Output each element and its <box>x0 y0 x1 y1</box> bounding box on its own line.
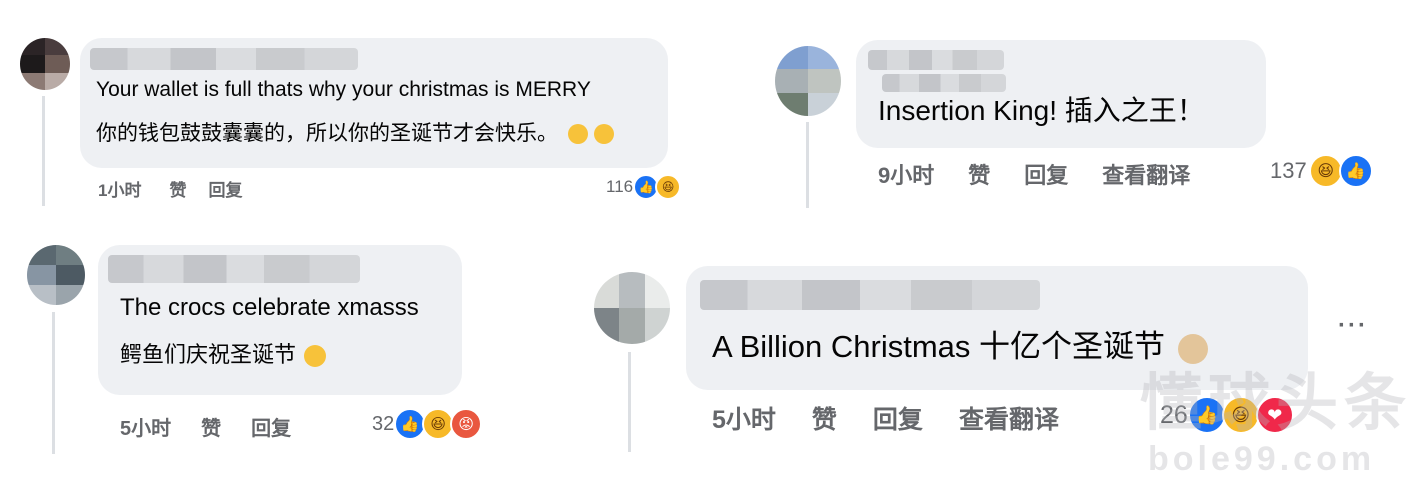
timestamp[interactable]: 5小时 <box>120 412 171 441</box>
like-button[interactable]: 赞 <box>169 176 186 201</box>
cry-emoji-icon <box>593 124 614 145</box>
thread-line <box>628 352 631 452</box>
reply-button[interactable]: 回复 <box>251 412 291 441</box>
comment-text: Insertion King! 插入之王！ <box>878 95 1205 126</box>
comment-actions: 5小时 赞 回复 查看翻译 <box>712 400 1059 436</box>
reaction-count: 32 <box>372 412 395 435</box>
angry-reaction-icon: 😡 <box>450 408 483 440</box>
timestamp[interactable]: 5小时 <box>712 400 776 436</box>
comment-bubble: Insertion King! 插入之王！ <box>856 40 1266 148</box>
commenter-name-blurred[interactable] <box>868 50 1004 70</box>
grin-sweat-emoji-icon <box>567 124 588 145</box>
comment-actions: 9小时 赞 回复 查看翻译 <box>878 158 1190 190</box>
comment-bubble: Your wallet is full thats why your chris… <box>80 38 668 168</box>
haha-reaction-icon: 😆 <box>655 174 682 200</box>
reply-button[interactable]: 回复 <box>873 400 923 436</box>
reaction-summary[interactable]: 137 😆 👍 <box>1270 154 1373 188</box>
like-button[interactable]: 赞 <box>812 400 837 436</box>
commenter-name-blurred[interactable] <box>90 48 358 70</box>
see-translation-button[interactable]: 查看翻译 <box>1102 158 1190 190</box>
reaction-count: 116 <box>606 177 634 196</box>
avatar[interactable] <box>20 38 70 90</box>
watermark: bole99.com <box>1148 440 1376 478</box>
comment-actions: 1小时 赞 回复 <box>98 176 242 201</box>
like-button[interactable]: 赞 <box>968 158 990 190</box>
reaction-summary[interactable]: 32 👍 😆 😡 <box>372 408 483 440</box>
commenter-name-blurred[interactable] <box>700 280 1040 310</box>
commenter-name-blurred <box>882 74 1006 92</box>
timestamp[interactable]: 1小时 <box>98 176 141 201</box>
thread-line <box>806 122 809 208</box>
commenter-name-blurred[interactable] <box>108 255 360 283</box>
thread-line <box>42 96 45 206</box>
comment-text-en: Your wallet is full thats why your chris… <box>96 78 591 101</box>
reply-button[interactable]: 回复 <box>208 176 242 201</box>
rofl-emoji-icon <box>304 345 327 368</box>
timestamp[interactable]: 9小时 <box>878 158 934 190</box>
more-options-icon[interactable]: ··· <box>1338 312 1368 340</box>
comment-text: A Billion Christmas 十亿个圣诞节 <box>712 329 1208 364</box>
see-translation-button[interactable]: 查看翻译 <box>959 400 1059 436</box>
comment-text-en: The crocs celebrate xmasss <box>120 294 419 321</box>
like-reaction-icon: 👍 <box>1338 154 1373 188</box>
avatar[interactable] <box>27 245 85 305</box>
comment-text-zh: 鳄鱼们庆祝圣诞节 <box>120 342 327 368</box>
like-button[interactable]: 赞 <box>201 412 221 441</box>
reply-button[interactable]: 回复 <box>1024 158 1068 190</box>
thread-line <box>52 312 55 454</box>
avatar[interactable] <box>594 272 670 344</box>
comment-actions: 5小时 赞 回复 <box>120 412 291 441</box>
comment-bubble: The crocs celebrate xmasss 鳄鱼们庆祝圣诞节 <box>98 245 462 395</box>
reaction-count: 137 <box>1270 158 1307 183</box>
avatar[interactable] <box>775 46 841 116</box>
watermark: 懂球头条 <box>1140 369 1413 438</box>
haha-reaction-icon: 😆 <box>1308 154 1343 188</box>
comment-text-zh: 你的钱包鼓鼓囊囊的，所以你的圣诞节才会快乐。 <box>96 122 614 145</box>
reaction-summary[interactable]: 116 👍 😆 <box>606 174 682 200</box>
